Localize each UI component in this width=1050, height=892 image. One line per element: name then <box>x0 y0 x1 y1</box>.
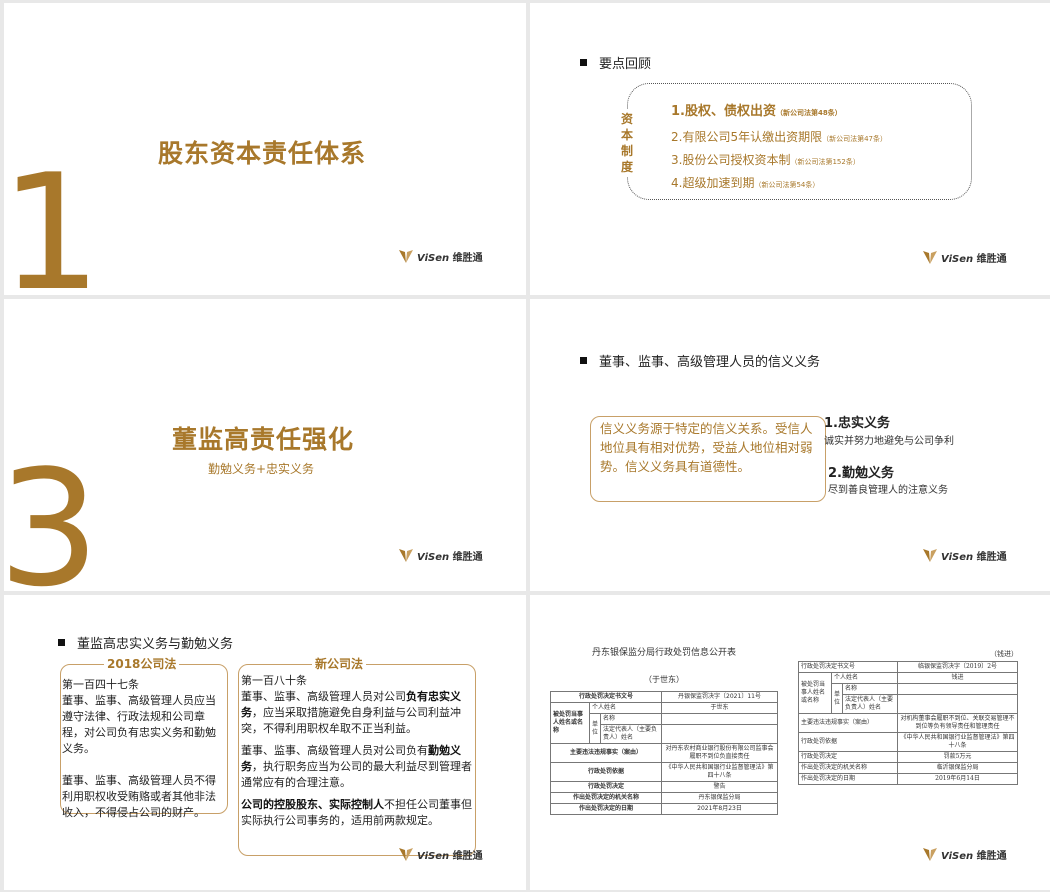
duty-2-title: 2.勤勉义务 <box>828 466 894 481</box>
doc-2-note: （钱进） <box>990 650 1018 658</box>
vertical-label: 资 本 制 度 <box>620 109 634 177</box>
brand-logo: ViSen 维胜通 <box>922 846 1007 862</box>
slide-subtitle: 勤勉义务+忠实义务 <box>208 462 315 476</box>
card-text: 信义义务源于特定的信义关系。受信人地位具有相对优势，受益人地位相对弱势。信义义务… <box>600 421 813 474</box>
duty-1-desc: 诚实并努力地避免与公司争利 <box>824 436 954 447</box>
section-heading: 董事、监事、高级管理人员的信义义务 <box>580 351 820 370</box>
section-number: 3 <box>4 435 100 592</box>
new-law-title: 新公司法 <box>312 655 367 672</box>
heading-text: 董监高忠实义务与勤勉义务 <box>77 637 234 652</box>
bullet-square-icon <box>58 639 65 646</box>
point-1: 1.股权、债权出资（新公司法第48条） <box>671 104 842 119</box>
brand-logo: ViSen 维胜通 <box>922 547 1007 563</box>
slide-4[interactable]: 董事、监事、高级管理人员的信义义务 信义义务源于特定的信义关系。受信人地位具有相… <box>530 299 1050 591</box>
logo-latin: ViSen <box>417 252 450 264</box>
duty-1-title: 1.忠实义务 <box>824 416 890 431</box>
section-heading: 要点回顾 <box>580 53 651 72</box>
slide-3[interactable]: 3 董监高责任强化 勤勉义务+忠实义务 ViSen 维胜通 <box>4 299 526 591</box>
brand-logo: ViSen 维胜通 <box>398 846 483 862</box>
penalty-doc-1: 丹东银保监分局行政处罚信息公开表 （于世东） 行政处罚决定书文号 丹银保监罚决字〔… <box>549 645 778 815</box>
old-law-text: 第一百四十七条 董事、监事、高级管理人员应当遵守法律、行政法规和公司章程，对公司… <box>62 678 216 819</box>
heading-text: 要点回顾 <box>599 57 652 72</box>
doc-1-table: 行政处罚决定书文号 丹银保监罚决字〔2021〕11号 被处罚当事人姓名或名称 个人姓… <box>549 691 778 815</box>
slide-title: 股东资本责任体系 <box>158 139 367 168</box>
visen-logo-icon <box>399 549 413 562</box>
slide-6[interactable]: 丹东银保监分局行政处罚信息公开表 （于世东） 行政处罚决定书文号 丹银保监罚决字〔… <box>530 595 1050 890</box>
visen-logo-icon <box>923 251 937 264</box>
doc-1-subtitle: （于世东） <box>644 675 684 684</box>
point-2: 2.有限公司5年认缴出资期限（新公司法第47条） <box>671 130 888 144</box>
section-number: 1 <box>4 139 102 296</box>
old-law-title: 2018公司法 <box>104 655 180 672</box>
brand-logo: ViSen 维胜通 <box>922 249 1007 265</box>
point-4: 4.超级加速到期（新公司法第54条） <box>671 176 820 190</box>
brand-logo: ViSen 维胜通 <box>398 547 483 563</box>
visen-logo-icon <box>923 848 937 861</box>
visen-logo-icon <box>399 250 413 263</box>
section-heading: 董监高忠实义务与勤勉义务 <box>58 633 233 652</box>
duty-2-desc: 尽到善良管理人的注意义务 <box>828 485 948 496</box>
penalty-doc-2: （钱进） 行政处罚决定书文号 临银保监罚决字〔2019〕2号 被处罚当事人姓名或名… <box>797 649 1018 785</box>
visen-logo-icon <box>399 848 413 861</box>
doc-1-title: 丹东银保监分局行政处罚信息公开表 <box>591 648 736 658</box>
visen-logo-icon <box>923 549 937 562</box>
doc-2-table: 行政处罚决定书文号 临银保监罚决字〔2019〕2号 被处罚当事人姓名或名称 个人姓名… <box>797 661 1018 785</box>
fiduciary-card: 信义义务源于特定的信义关系。受信人地位具有相对优势，受益人地位相对弱势。信义义务… <box>590 416 826 502</box>
bullet-square-icon <box>580 357 587 364</box>
slide-1[interactable]: 1 股东资本责任体系 ViSen 维胜通 <box>4 3 526 295</box>
bullet-square-icon <box>580 59 587 66</box>
slide-title: 董监高责任强化 <box>172 425 355 454</box>
logo-cn: 维胜通 <box>452 252 483 264</box>
point-3: 3.股份公司授权资本制（新公司法第152条） <box>671 153 860 167</box>
brand-logo: ViSen 维胜通 <box>398 248 483 264</box>
slide-5[interactable]: 董监高忠实义务与勤勉义务 2018公司法 第一百四十七条 董事、监事、高级管理人… <box>4 595 526 890</box>
slide-2[interactable]: 要点回顾 资 本 制 度 1.股权、债权出资（新公司法第48条） 2.有限公司5… <box>530 3 1050 295</box>
heading-text: 董事、监事、高级管理人员的信义义务 <box>599 355 821 370</box>
new-law-text: 第一百八十条 董事、监事、高级管理人员对公司负有忠实义务，应当采取措施避免自身利… <box>241 674 472 827</box>
